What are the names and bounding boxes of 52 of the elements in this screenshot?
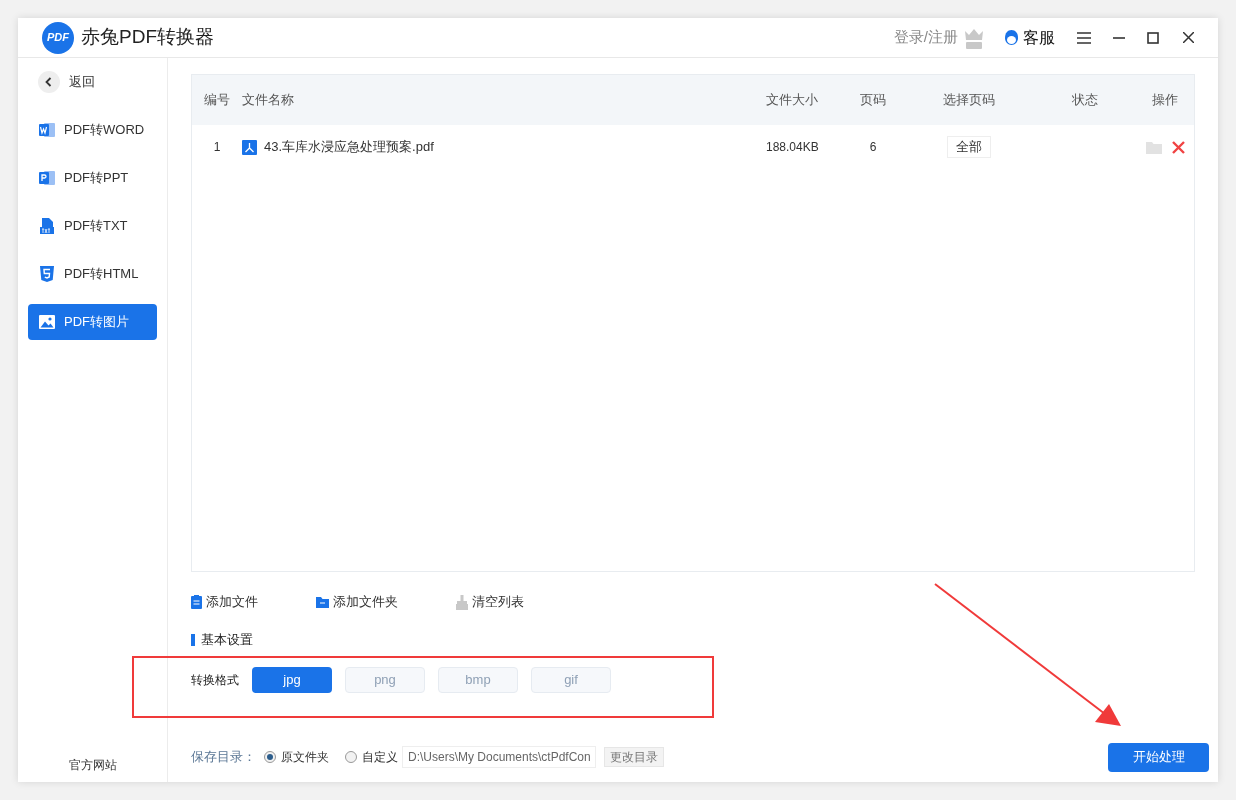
brush-icon xyxy=(456,594,468,610)
text-file-icon xyxy=(38,217,56,235)
radio-button[interactable] xyxy=(264,751,276,763)
column-header: 编号 xyxy=(204,92,230,108)
support-button[interactable]: 客服 xyxy=(1023,25,1055,50)
format-label: 转换格式 xyxy=(191,671,240,689)
clipboard-icon xyxy=(191,595,202,609)
toolbar-button[interactable]: 清空列表 xyxy=(456,592,524,612)
maximize-icon[interactable] xyxy=(1147,31,1159,44)
table-cell: 1 xyxy=(213,140,221,154)
back-button[interactable]: 返回 xyxy=(28,70,157,94)
folder-icon xyxy=(316,596,329,608)
file-name: 43.车库水浸应急处理预案.pdf xyxy=(264,138,434,157)
change-dir-button[interactable]: 更改目录 xyxy=(604,747,664,767)
radio-button[interactable] xyxy=(345,751,357,763)
pdf-file-icon xyxy=(242,139,257,155)
table-cell: 188.04KB xyxy=(766,140,819,154)
menu-icon[interactable] xyxy=(1077,31,1091,44)
close-icon[interactable] xyxy=(1183,32,1194,43)
radio-option[interactable]: 原文件夹 xyxy=(264,748,329,766)
word-file-icon xyxy=(38,121,56,139)
radio-option[interactable]: 自定义 xyxy=(345,748,398,766)
toolbar-button[interactable]: 添加文件夹 xyxy=(316,592,456,612)
column-header: 选择页码 xyxy=(943,92,995,108)
sidebar-item[interactable]: PDF转HTML xyxy=(28,256,157,292)
start-button[interactable]: 开始处理 xyxy=(1108,742,1209,772)
html5-icon xyxy=(38,265,56,283)
support-avatar-icon xyxy=(1004,29,1019,46)
sidebar-item[interactable]: PDF转图片 xyxy=(28,304,157,340)
page-select-button[interactable]: 全部 xyxy=(947,136,991,158)
format-option[interactable]: jpg xyxy=(252,666,332,693)
delete-icon[interactable] xyxy=(1171,140,1185,154)
path-field[interactable]: D:\Users\My Documents\ctPdfCon xyxy=(402,746,596,768)
save-dir-label: 保存目录： xyxy=(191,748,256,767)
window-title: 赤兔PDF转换器 xyxy=(81,25,214,50)
column-header: 操作 xyxy=(1152,92,1178,108)
toolbar-button[interactable]: 添加文件 xyxy=(191,592,316,612)
minimize-icon[interactable] xyxy=(1113,36,1125,39)
app-logo: PDF xyxy=(42,21,74,54)
login-link[interactable]: 登录/注册 xyxy=(893,26,958,49)
image-icon xyxy=(38,313,56,331)
official-site-link[interactable]: 官方网站 xyxy=(28,756,157,774)
table-cell: 6 xyxy=(869,140,877,154)
section-title: 基本设置 xyxy=(201,631,253,649)
slides-file-icon xyxy=(38,169,56,187)
sidebar-item[interactable]: PDF转WORD xyxy=(28,112,157,148)
column-header: 文件名称 xyxy=(242,92,294,108)
column-header: 文件大小 xyxy=(766,92,818,108)
sidebar-item[interactable]: PDF转TXT xyxy=(28,208,157,244)
sidebar-item[interactable]: PDF转PPT xyxy=(28,160,157,196)
column-header: 页码 xyxy=(860,92,886,108)
column-header: 状态 xyxy=(1072,92,1098,108)
